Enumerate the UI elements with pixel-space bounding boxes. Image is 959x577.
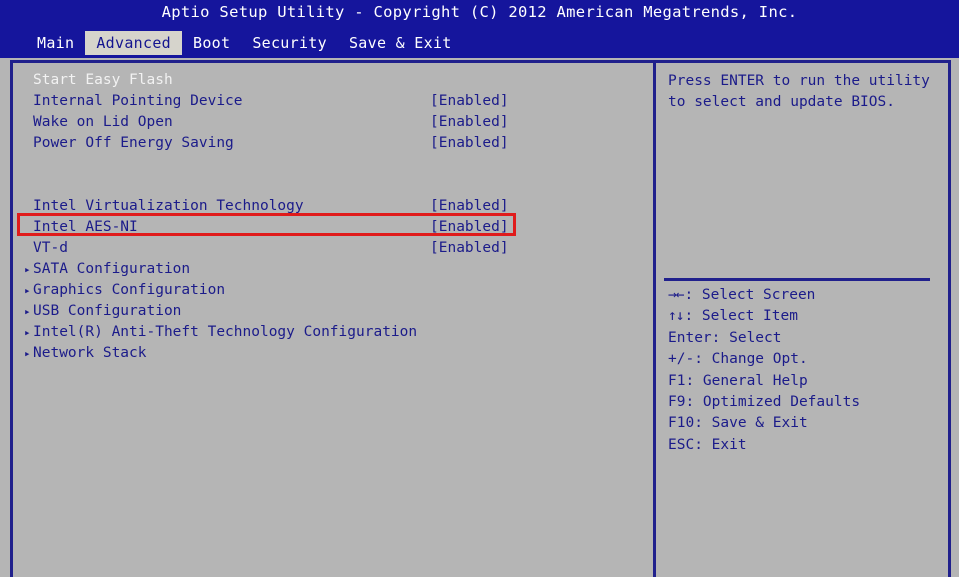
- key-legend-row: ↑↓: Select Item: [668, 306, 948, 327]
- key-legend-row: →←: Select Screen: [668, 285, 948, 306]
- page-title: Aptio Setup Utility - Copyright (C) 2012…: [161, 3, 798, 21]
- key-legend-row: +/-: Change Opt.: [668, 349, 948, 370]
- key-legend-row: ESC: Exit: [668, 435, 948, 456]
- tab-main[interactable]: Main: [26, 31, 85, 55]
- key-legend: →←: Select Screen ↑↓: Select Item Enter: S…: [656, 285, 948, 456]
- setting-row[interactable]: Intel Virtualization Technology [Enabled]: [13, 196, 653, 217]
- settings-spacer: [13, 175, 653, 196]
- submenu-arrow-icon: ▸: [24, 305, 31, 318]
- tab-security[interactable]: Security: [241, 31, 338, 55]
- key-legend-text: : Select Item: [684, 308, 798, 325]
- setting-row[interactable]: ▸ Intel(R) Anti-Theft Technology Configur…: [13, 322, 653, 343]
- setting-row[interactable]: Power Off Energy Saving [Enabled]: [13, 133, 653, 154]
- setting-row[interactable]: Intel AES-NI [Enabled]: [13, 217, 653, 238]
- help-divider: [664, 278, 930, 281]
- key-arrow-icon: ↑↓: [668, 308, 685, 325]
- setting-value[interactable]: [Enabled]: [430, 196, 509, 217]
- key-legend-row: Enter: Select: [668, 328, 948, 349]
- key-legend-text: F10: Save & Exit: [668, 415, 808, 432]
- setting-label: Intel(R) Anti-Theft Technology Configura…: [33, 324, 418, 340]
- key-legend-row: F1: General Help: [668, 371, 948, 392]
- key-legend-row: F9: Optimized Defaults: [668, 392, 948, 413]
- bios-setup-screen: Aptio Setup Utility - Copyright (C) 2012…: [0, 0, 959, 577]
- submenu-arrow-icon: ▸: [24, 263, 31, 276]
- setting-row[interactable]: ▸ USB Configuration: [13, 301, 653, 322]
- setting-value[interactable]: [Enabled]: [430, 217, 509, 238]
- setting-row[interactable]: ▸ Network Stack: [13, 343, 653, 364]
- key-arrow-icon: →←: [668, 287, 685, 303]
- setting-row[interactable]: Wake on Lid Open [Enabled]: [13, 112, 653, 133]
- setting-label: Intel Virtualization Technology: [33, 198, 304, 214]
- setting-value[interactable]: [Enabled]: [430, 133, 509, 154]
- setting-label: Graphics Configuration: [33, 282, 226, 298]
- submenu-arrow-icon: ▸: [24, 347, 31, 360]
- key-legend-text: F1: General Help: [668, 372, 808, 389]
- help-line-2: to select and update BIOS.: [668, 94, 895, 110]
- key-legend-text: : Select Screen: [684, 287, 816, 303]
- submenu-arrow-icon: ▸: [24, 284, 31, 297]
- settings-panel: Start Easy Flash Internal Pointing Device…: [13, 63, 656, 577]
- help-panel: Press ENTER to run the utility to select…: [656, 63, 948, 577]
- setting-label: USB Configuration: [33, 303, 182, 319]
- setting-row[interactable]: ▸ SATA Configuration: [13, 259, 653, 280]
- setting-label: Internal Pointing Device: [33, 93, 243, 109]
- setting-value[interactable]: [Enabled]: [430, 238, 509, 259]
- menu-bar: Main Advanced Boot Security Save & Exit: [0, 31, 959, 55]
- settings-list: Start Easy Flash Internal Pointing Device…: [13, 70, 653, 364]
- key-legend-text: +/-: Change Opt.: [668, 351, 808, 368]
- setting-row[interactable]: ▸ Graphics Configuration: [13, 280, 653, 301]
- help-description: Press ENTER to run the utility to select…: [656, 70, 948, 113]
- submenu-arrow-icon: ▸: [24, 326, 31, 339]
- setting-row[interactable]: VT-d [Enabled]: [13, 238, 653, 259]
- key-legend-text: Enter: Select: [668, 329, 782, 346]
- setting-value[interactable]: [Enabled]: [430, 91, 509, 112]
- setting-label: Power Off Energy Saving: [33, 135, 234, 151]
- tab-advanced[interactable]: Advanced: [85, 31, 182, 55]
- settings-spacer: [13, 154, 653, 175]
- help-line-1: Press ENTER to run the utility: [668, 73, 930, 89]
- setting-label: Network Stack: [33, 345, 147, 361]
- tab-boot[interactable]: Boot: [182, 31, 241, 55]
- key-legend-text: ESC: Exit: [668, 436, 747, 453]
- key-legend-row: F10: Save & Exit: [668, 413, 948, 434]
- setting-row[interactable]: Internal Pointing Device [Enabled]: [13, 91, 653, 112]
- header-bar: Aptio Setup Utility - Copyright (C) 2012…: [0, 0, 959, 58]
- key-legend-text: F9: Optimized Defaults: [668, 394, 861, 411]
- setting-label: Intel AES-NI: [33, 219, 138, 235]
- content-panels: Start Easy Flash Internal Pointing Device…: [10, 60, 951, 577]
- setting-label: SATA Configuration: [33, 261, 191, 277]
- setting-label: VT-d: [33, 240, 68, 256]
- tab-save-exit[interactable]: Save & Exit: [338, 31, 463, 55]
- setting-row[interactable]: Start Easy Flash: [13, 70, 653, 91]
- setting-value[interactable]: [Enabled]: [430, 112, 509, 133]
- setting-label: Start Easy Flash: [33, 72, 173, 88]
- setting-label: Wake on Lid Open: [33, 114, 173, 130]
